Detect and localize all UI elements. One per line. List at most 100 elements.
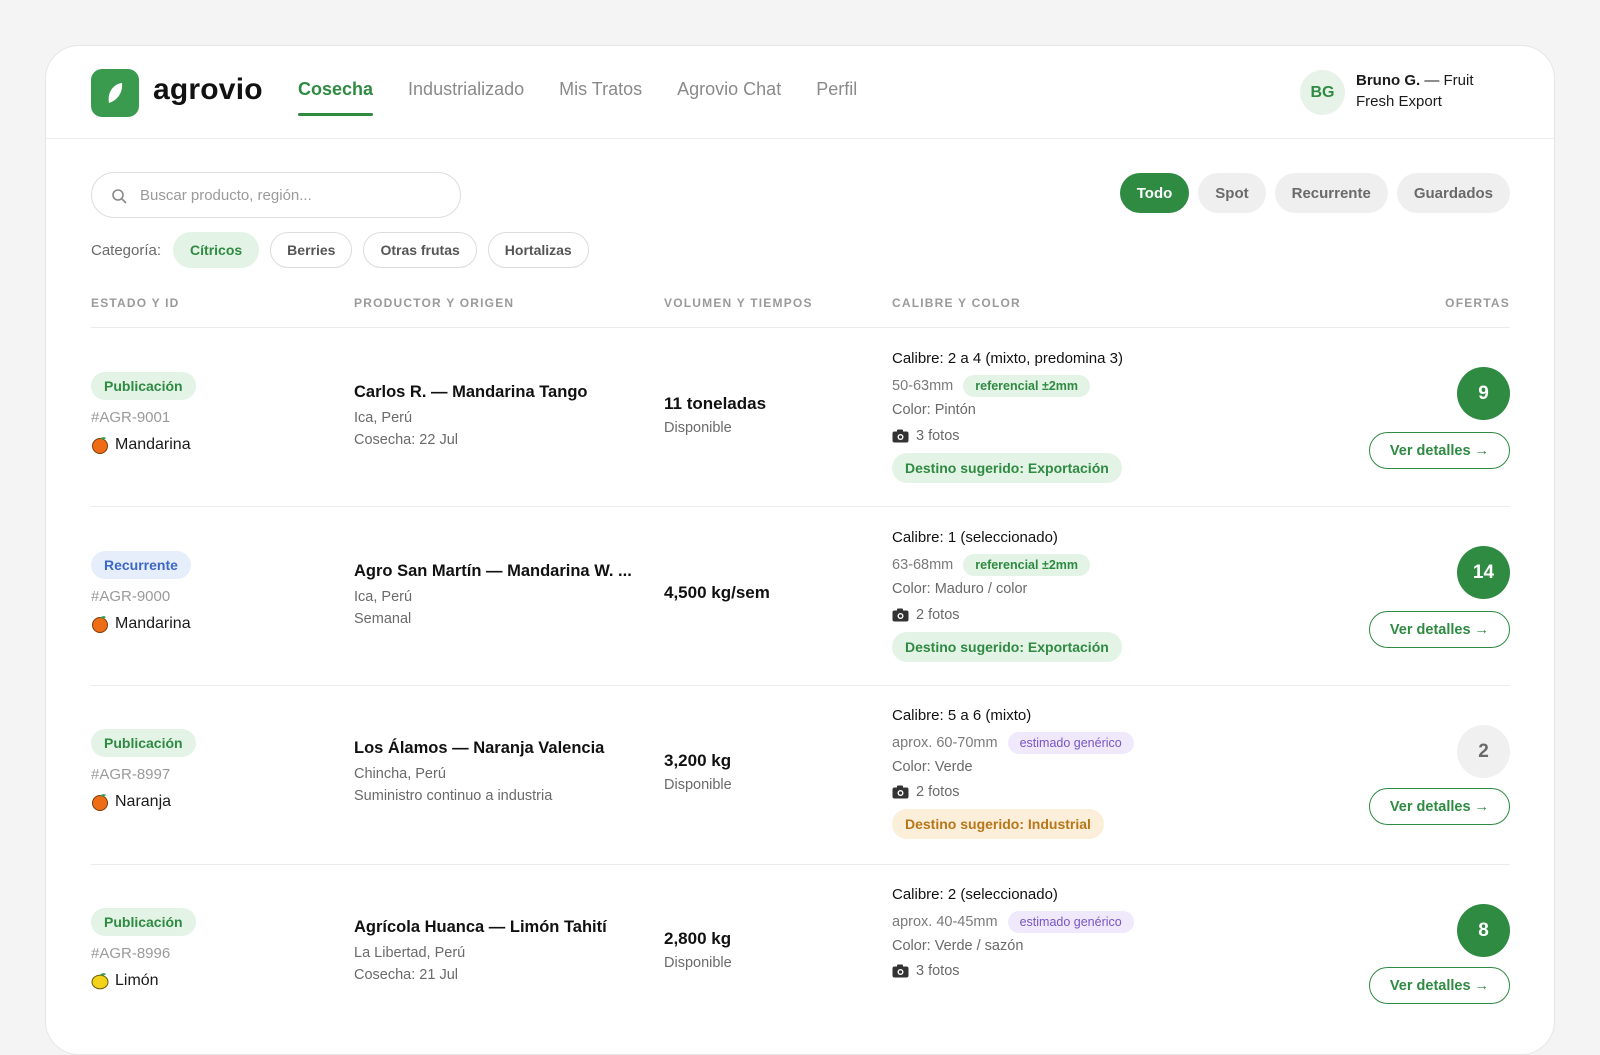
- logo-mark[interactable]: [91, 69, 139, 117]
- table-row[interactable]: Publicación #AGR-9001 Mandarina Carlos R…: [91, 329, 1510, 507]
- photos-count: 3 fotos: [916, 963, 960, 979]
- category-chip-citricos[interactable]: Cítricos: [173, 232, 260, 268]
- volume-availability: Disponible: [664, 420, 732, 436]
- caliber-title: Calibre: 5 a 6 (mixto): [892, 707, 1032, 724]
- volume-value: 2,800 kg: [664, 929, 732, 948]
- view-details-button[interactable]: Ver detalles →: [1369, 611, 1510, 648]
- fruit-label: Naranja: [91, 793, 171, 811]
- producer-origin: Ica, Perú: [354, 589, 413, 605]
- caliber-size: 50-63mm referencial ±2mm: [892, 375, 1090, 397]
- filter-todo[interactable]: Todo: [1119, 173, 1190, 213]
- table-row[interactable]: Publicación #AGR-8996 Limón Agrícola Hua…: [91, 866, 1510, 1044]
- photos-link[interactable]: 2 fotos: [892, 607, 960, 623]
- nav-mis-tratos[interactable]: Mis Tratos: [559, 46, 642, 139]
- color-value: Color: Verde / sazón: [892, 938, 1024, 954]
- table-row[interactable]: Publicación #AGR-8997 Naranja Los Álamos…: [91, 687, 1510, 865]
- listing-id: #AGR-9001: [91, 409, 171, 426]
- fruit-label: Limón: [91, 972, 159, 990]
- photos-link[interactable]: 2 fotos: [892, 784, 960, 800]
- filter-spot[interactable]: Spot: [1198, 173, 1266, 213]
- camera-icon: [892, 785, 909, 799]
- producer-origin: Chincha, Perú: [354, 766, 446, 782]
- offers-count: 9: [1457, 367, 1510, 420]
- size-tag: estimado genérico: [1007, 911, 1134, 933]
- volume-availability: Disponible: [664, 777, 732, 793]
- category-chip-berries[interactable]: Berries: [270, 232, 353, 268]
- lemon-icon: [91, 973, 109, 990]
- status-badge: Recurrente: [91, 551, 191, 579]
- fruit-name: Naranja: [115, 793, 172, 810]
- listing-id: #AGR-8997: [91, 766, 171, 783]
- user-name: Bruno G.: [1356, 72, 1421, 89]
- volume-value: 3,200 kg: [664, 751, 732, 770]
- listing-id: #AGR-8996: [91, 945, 171, 962]
- orange-icon: [92, 794, 108, 811]
- size-value: aprox. 40-45mm: [892, 914, 998, 930]
- producer-origin: La Libertad, Perú: [354, 945, 466, 961]
- nav-industrializado[interactable]: Industrializado: [408, 46, 524, 139]
- search-input[interactable]: [140, 173, 440, 217]
- color-value: Color: Verde: [892, 759, 973, 775]
- offers-count: 14: [1457, 546, 1510, 599]
- color-value: Color: Pintón: [892, 402, 976, 418]
- producer-title[interactable]: Agrícola Huanca — Limón Tahití: [354, 918, 607, 937]
- nav-cosecha[interactable]: Cosecha: [298, 46, 374, 139]
- view-details-button[interactable]: Ver detalles →: [1369, 967, 1510, 1004]
- caliber-size: 63-68mm referencial ±2mm: [892, 554, 1090, 576]
- fruit-label: Mandarina: [91, 615, 191, 633]
- fruit-name: Limón: [115, 972, 159, 989]
- status-badge: Publicación: [91, 372, 196, 400]
- fruit-name: Mandarina: [115, 436, 191, 453]
- destination-badge: Destino sugerido: Exportación: [892, 453, 1122, 483]
- size-tag: referencial ±2mm: [963, 554, 1090, 576]
- column-header-volume: VOLUMEN Y TIEMPOS: [664, 296, 813, 310]
- category-chip-otras-frutas[interactable]: Otras frutas: [363, 232, 477, 268]
- search-box[interactable]: [91, 172, 461, 218]
- destination-badge: Destino sugerido: Industrial: [892, 809, 1104, 839]
- filter-guardados[interactable]: Guardados: [1396, 173, 1510, 213]
- volume-value: 4,500 kg/sem: [664, 583, 770, 602]
- photos-count: 3 fotos: [916, 428, 960, 444]
- table-row[interactable]: Recurrente #AGR-9000 Mandarina Agro San …: [91, 508, 1510, 686]
- top-bar: agrovio Cosecha Industrializado Mis Trat…: [46, 46, 1554, 139]
- camera-icon: [892, 429, 909, 443]
- column-header-status: ESTADO Y ID: [91, 296, 180, 310]
- view-details-button[interactable]: Ver detalles →: [1369, 788, 1510, 825]
- camera-icon: [892, 608, 909, 622]
- view-details-button[interactable]: Ver detalles →: [1369, 432, 1510, 469]
- photos-count: 2 fotos: [916, 607, 960, 623]
- column-header-offers: OFERTAS: [1445, 296, 1510, 310]
- photos-link[interactable]: 3 fotos: [892, 428, 960, 444]
- size-value: aprox. 60-70mm: [892, 735, 998, 751]
- user-info[interactable]: Bruno G. — Fruit Fresh Export: [1356, 70, 1506, 112]
- color-value: Color: Maduro / color: [892, 581, 1028, 597]
- nav-agrovio-chat[interactable]: Agrovio Chat: [677, 46, 781, 139]
- caliber-title: Calibre: 2 a 4 (mixto, predomina 3): [892, 350, 1123, 367]
- fruit-name: Mandarina: [115, 615, 191, 632]
- destination-badge: Destino sugerido: Exportación: [892, 632, 1122, 662]
- size-value: 50-63mm: [892, 378, 954, 394]
- column-header-producer: PRODUCTOR Y ORIGEN: [354, 296, 515, 310]
- producer-title[interactable]: Los Álamos — Naranja Valencia: [354, 739, 604, 758]
- volume-value: 11 toneladas: [664, 394, 767, 413]
- producer-title[interactable]: Agro San Martín — Mandarina W. ...: [354, 562, 632, 581]
- size-tag: referencial ±2mm: [963, 375, 1090, 397]
- photos-link[interactable]: 3 fotos: [892, 963, 960, 979]
- category-label: Categoría:: [91, 241, 162, 259]
- search-icon: [112, 189, 127, 204]
- avatar[interactable]: BG: [1300, 70, 1345, 115]
- producer-detail: Suministro continuo a industria: [354, 788, 553, 804]
- category-chip-hortalizas[interactable]: Hortalizas: [487, 232, 589, 268]
- filter-recurrente[interactable]: Recurrente: [1274, 173, 1388, 213]
- column-header-caliber: CALIBRE Y COLOR: [892, 296, 1021, 310]
- caliber-size: aprox. 40-45mm estimado genérico: [892, 911, 1134, 933]
- listing-type-filter: Todo Spot Recurrente Guardados: [1111, 173, 1510, 213]
- brand-name[interactable]: agrovio: [153, 73, 263, 107]
- producer-detail: Cosecha: 22 Jul: [354, 432, 458, 448]
- nav-perfil[interactable]: Perfil: [816, 46, 857, 139]
- producer-title[interactable]: Carlos R. — Mandarina Tango: [354, 383, 587, 402]
- main-nav: Cosecha Industrializado Mis Tratos Agrov…: [298, 46, 892, 139]
- producer-detail: Semanal: [354, 611, 412, 627]
- orange-icon: [92, 437, 108, 454]
- category-filter: Categoría: Cítricos Berries Otras frutas…: [91, 232, 600, 268]
